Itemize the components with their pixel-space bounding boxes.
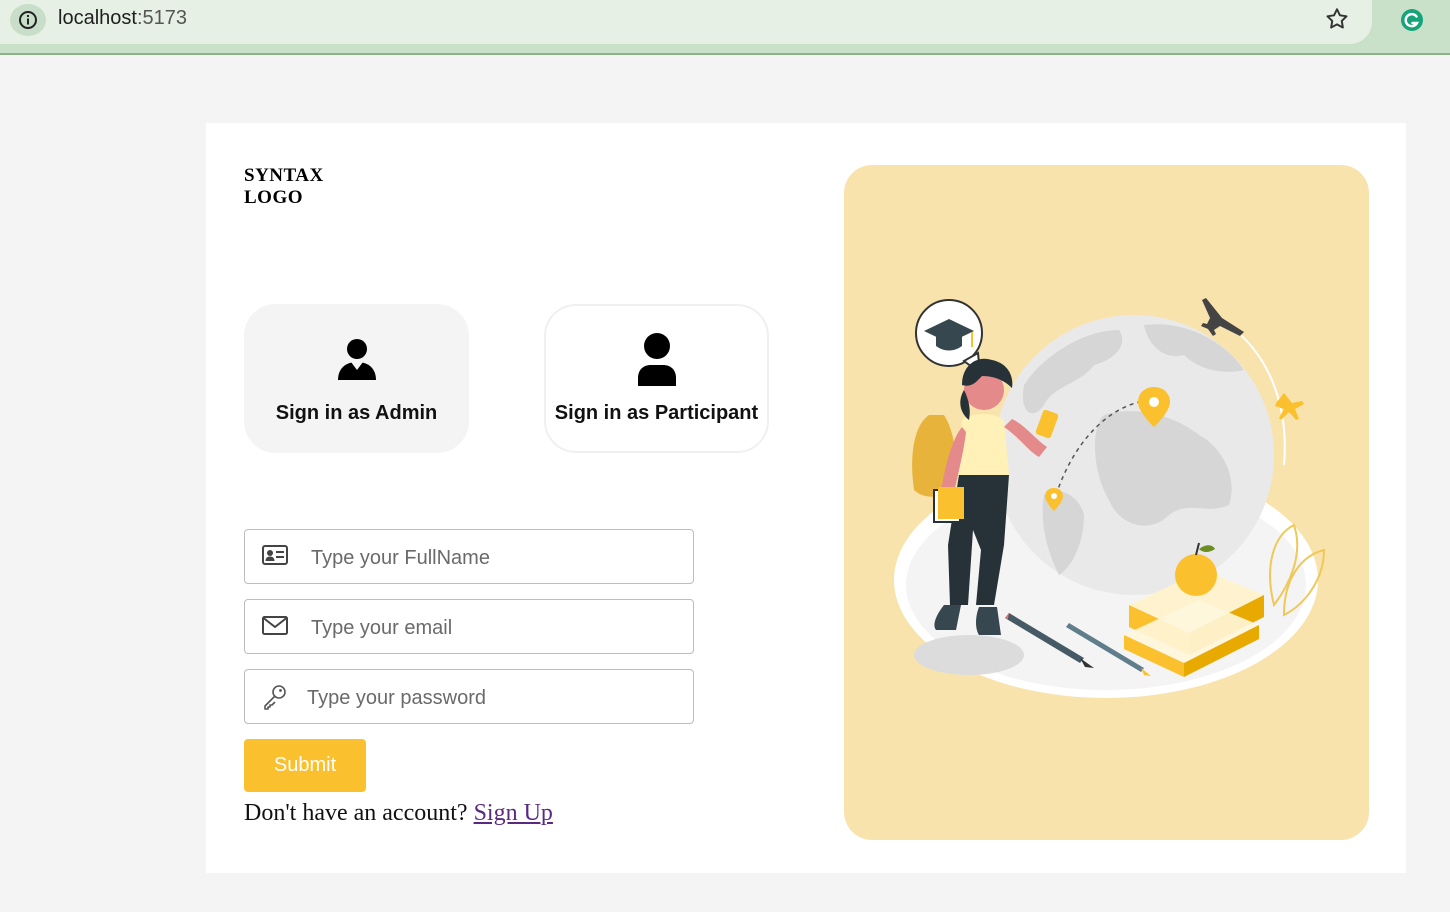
grammarly-extension-icon[interactable] — [1400, 8, 1424, 37]
site-info-icon[interactable] — [10, 4, 46, 36]
submit-button[interactable]: Submit — [244, 739, 366, 792]
participant-label: Sign in as Participant — [554, 402, 759, 424]
sign-in-participant-button[interactable]: Sign in as Participant — [544, 304, 769, 453]
illustration-panel — [844, 165, 1369, 840]
url-host: localhost — [58, 7, 137, 29]
login-card: SYNTAX LOGO Sign in as Admin Sign in as … — [206, 123, 1406, 873]
password-field[interactable] — [244, 669, 694, 724]
logo-line-1: SYNTAX — [244, 165, 324, 186]
key-icon — [261, 683, 289, 716]
url-text[interactable]: localhost:5173 — [58, 7, 187, 30]
signup-prompt-text: Don't have an account? — [244, 800, 468, 826]
sign-up-link[interactable]: Sign Up — [474, 800, 553, 826]
email-field[interactable] — [244, 599, 694, 654]
logo-line-2: LOGO — [244, 187, 304, 208]
admin-label: Sign in as Admin — [275, 402, 438, 424]
url-port: :5173 — [136, 7, 187, 29]
admin-user-icon — [337, 339, 376, 380]
participant-user-icon — [637, 333, 676, 386]
bookmark-star-icon[interactable] — [1324, 6, 1350, 37]
browser-toolbar: localhost:5173 — [0, 0, 1450, 55]
password-input[interactable] — [305, 684, 669, 712]
id-card-icon — [261, 543, 289, 574]
sign-in-admin-button[interactable]: Sign in as Admin — [244, 304, 469, 453]
envelope-icon — [261, 613, 289, 644]
syntax-logo: SYNTAX LOGO — [244, 165, 364, 209]
email-input[interactable] — [309, 614, 673, 642]
student-travel-illustration — [894, 298, 1326, 698]
signup-prompt: Don't have an account? Sign Up — [244, 800, 553, 827]
fullname-input[interactable] — [309, 544, 673, 572]
fullname-field[interactable] — [244, 529, 694, 584]
address-bar[interactable]: localhost:5173 — [0, 0, 1372, 44]
